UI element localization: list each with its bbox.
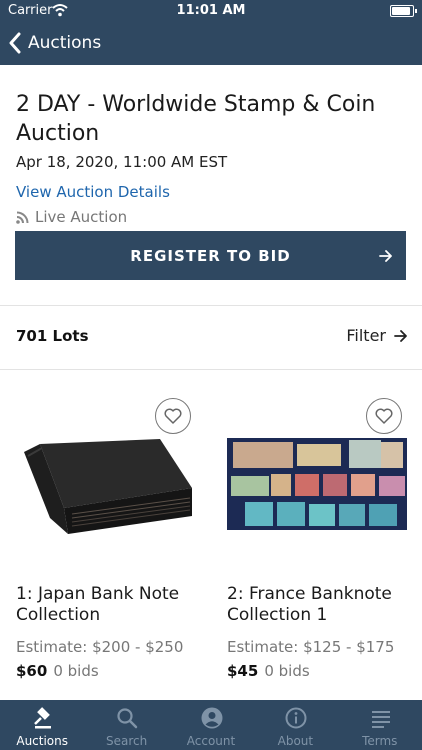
lot-card[interactable]: 1: Japan Bank Note Collection Estimate: …	[16, 398, 206, 698]
lot-title[interactable]: 1: Japan Bank Note Collection	[16, 584, 206, 626]
lot-price-row: $45 0 bids	[227, 662, 310, 680]
lot-card[interactable]: 2: France Banknote Collection 1 Estimate…	[227, 398, 417, 698]
chevron-left-icon	[9, 32, 21, 54]
auction-title: 2 DAY - Worldwide Stamp & Coin Auction	[16, 92, 376, 146]
tab-bar: Auctions Search Account About Terms	[0, 700, 422, 750]
divider	[0, 369, 422, 370]
register-label: REGISTER TO BID	[130, 246, 291, 265]
favorite-button[interactable]	[366, 398, 402, 434]
live-auction-label: Live Auction	[35, 208, 128, 226]
tab-label: Account	[186, 734, 236, 748]
lot-price-row: $60 0 bids	[16, 662, 99, 680]
navigation-bar: Carrier 11:01 AM Auctions	[0, 0, 422, 65]
tab-label: About	[277, 734, 314, 748]
lot-estimate: Estimate: $200 - $250	[16, 638, 184, 656]
gavel-icon	[34, 707, 51, 729]
heart-icon	[164, 408, 182, 424]
tab-label: Terms	[362, 734, 398, 748]
lot-bid-count: 0 bids	[53, 662, 99, 680]
live-auction-indicator: Live Auction	[16, 208, 127, 226]
lot-bid-count: 0 bids	[264, 662, 310, 680]
back-button[interactable]: Auctions	[8, 28, 101, 58]
battery-icon	[390, 5, 417, 17]
lot-current-bid: $45	[227, 662, 259, 680]
tab-terms[interactable]: Terms	[338, 700, 422, 750]
tab-account[interactable]: Account	[169, 700, 253, 750]
status-bar: Carrier 11:01 AM	[0, 0, 422, 22]
account-icon	[201, 707, 223, 729]
tab-label: Search	[105, 734, 148, 748]
tab-auctions[interactable]: Auctions	[0, 700, 84, 750]
info-icon	[285, 707, 307, 729]
tab-label: Auctions	[16, 734, 69, 748]
arrow-right-icon	[394, 329, 407, 342]
auction-date: Apr 18, 2020, 11:00 AM EST	[16, 153, 228, 171]
lot-image[interactable]	[227, 438, 407, 530]
filter-label: Filter	[346, 326, 386, 345]
terms-icon	[371, 711, 390, 728]
arrow-right-icon	[379, 250, 392, 262]
lot-image[interactable]	[20, 436, 196, 536]
favorite-button[interactable]	[155, 398, 191, 434]
search-icon	[117, 708, 138, 729]
view-auction-details-link[interactable]: View Auction Details	[16, 183, 170, 201]
lot-estimate: Estimate: $125 - $175	[227, 638, 395, 656]
tab-search[interactable]: Search	[84, 700, 168, 750]
filter-button[interactable]: Filter	[346, 326, 408, 345]
back-label: Auctions	[28, 33, 102, 53]
lot-current-bid: $60	[16, 662, 48, 680]
tab-about[interactable]: About	[253, 700, 337, 750]
status-time: 11:01 AM	[176, 3, 246, 18]
heart-icon	[375, 408, 393, 424]
lots-count: 701 Lots	[16, 327, 89, 345]
rss-icon	[16, 211, 29, 224]
lot-title[interactable]: 2: France Banknote Collection 1	[227, 584, 417, 626]
register-to-bid-button[interactable]: REGISTER TO BID	[15, 231, 406, 280]
divider	[0, 305, 422, 306]
